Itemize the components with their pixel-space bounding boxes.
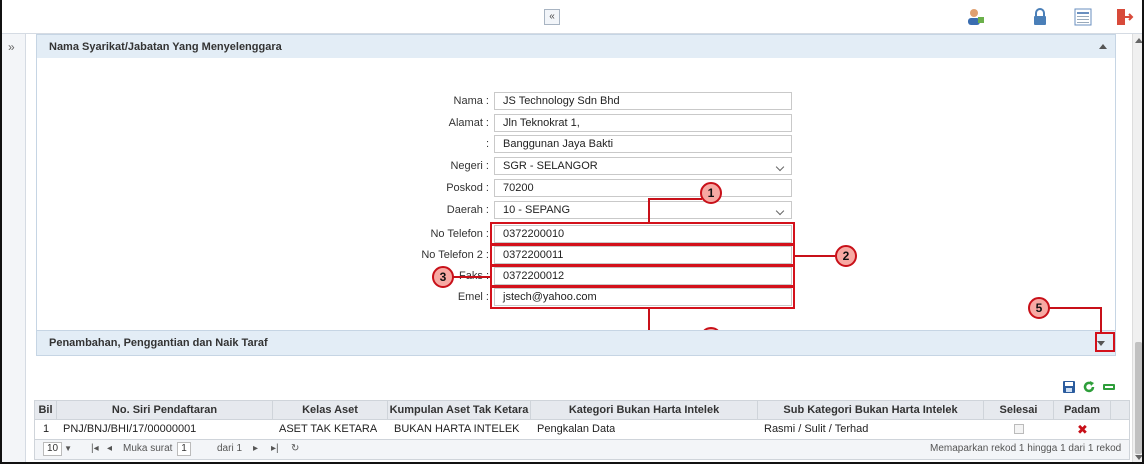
nama-label: Nama :	[453, 95, 489, 107]
list-icon[interactable]	[1073, 7, 1093, 27]
callout-1: 1	[700, 182, 722, 204]
logout-icon[interactable]	[1114, 7, 1134, 27]
cell-kategori: Pengkalan Data	[537, 423, 616, 435]
cell-kelas-aset: ASET TAK KETARA	[279, 423, 378, 435]
callout-1-line-h	[648, 198, 702, 200]
section-header-penambahan[interactable]: Penambahan, Penggantian dan Naik Taraf	[36, 330, 1116, 356]
col-no-siri[interactable]: No. Siri Pendaftaran	[57, 401, 273, 419]
page-size-arrow-icon[interactable]: ▼	[64, 444, 72, 453]
page-label: Muka surat	[123, 443, 173, 454]
scroll-up-icon[interactable]	[1135, 38, 1142, 43]
collapse-section-icon[interactable]	[1099, 44, 1107, 49]
col-bil[interactable]: Bil	[35, 401, 57, 419]
cell-bil: 1	[43, 423, 50, 435]
prev-page-icon[interactable]: ◂	[107, 440, 112, 458]
callout-3: 3	[432, 266, 454, 288]
next-page-icon[interactable]: ▸	[253, 440, 258, 458]
expand-sidebar-icon[interactable]: »	[8, 40, 15, 54]
negeri-label: Negeri :	[450, 160, 489, 172]
last-page-icon[interactable]: ▸|	[271, 440, 279, 458]
of-label: dari 1	[217, 443, 243, 454]
daerah-value: 10 - SEPANG	[503, 204, 571, 216]
negeri-value: SGR - SELANGOR	[503, 160, 598, 172]
callout-5-line	[1100, 307, 1102, 333]
negeri-select[interactable]: SGR - SELANGOR	[494, 157, 792, 175]
callout-3-line	[452, 276, 490, 278]
alamat-field-2[interactable]: Banggunan Jaya Bakti	[494, 135, 792, 153]
selesai-checkbox[interactable]	[1014, 424, 1024, 434]
table-header: Bil No. Siri Pendaftaran Kelas Aset Kump…	[34, 400, 1130, 420]
section-header-syarikat[interactable]: Nama Syarikat/Jabatan Yang Menyelenggara	[36, 34, 1116, 60]
vertical-scrollbar[interactable]	[1132, 34, 1142, 462]
page-size-select[interactable]: 10	[43, 442, 63, 456]
top-toolbar: «	[2, 0, 1142, 34]
first-page-icon[interactable]: |◂	[91, 440, 99, 458]
daerah-select[interactable]: 10 - SEPANG	[494, 201, 792, 219]
daerah-label: Daerah :	[446, 204, 489, 216]
col-selesai[interactable]: Selesai	[984, 401, 1054, 419]
collapse-header-button[interactable]: «	[544, 9, 560, 25]
callout-5-line-h	[1048, 307, 1102, 309]
poskod-field[interactable]: 70200	[494, 179, 792, 197]
delete-icon[interactable]: ✖	[1077, 420, 1088, 439]
pager-status: Memaparkan rekod 1 hingga 1 dari 1 rekod	[930, 443, 1122, 454]
refresh-icon[interactable]	[1082, 380, 1096, 394]
col-kategori[interactable]: Kategori Bukan Harta Intelek	[531, 401, 758, 419]
poskod-label: Poskod :	[446, 182, 489, 194]
cell-no-siri: PNJ/BNJ/BHI/17/00000001	[63, 423, 197, 435]
scroll-thumb[interactable]	[1135, 342, 1142, 454]
minus-icon[interactable]	[1102, 380, 1116, 394]
nama-field[interactable]: JS Technology Sdn Bhd	[494, 92, 792, 110]
lock-icon[interactable]	[1030, 7, 1050, 27]
telefon-label: No Telefon :	[430, 228, 489, 240]
highlight-emel	[490, 285, 795, 309]
telefon2-label: No Telefon 2 :	[421, 249, 489, 261]
callout-2: 2	[835, 245, 857, 267]
alamat-label: Alamat :	[448, 117, 489, 129]
cell-sub-kategori: Rasmi / Sulit / Terhad	[764, 423, 869, 435]
highlight-expand-toggle	[1095, 332, 1115, 352]
col-sub-kategori[interactable]: Sub Kategori Bukan Harta Intelek	[758, 401, 984, 419]
cell-kumpulan: BUKAN HARTA INTELEK	[394, 423, 520, 435]
save-icon[interactable]	[1062, 380, 1076, 394]
emel-label: Emel :	[457, 291, 489, 303]
table-row[interactable]: 1 PNJ/BNJ/BHI/17/00000001 ASET TAK KETAR…	[34, 420, 1130, 440]
section-title: Penambahan, Penggantian dan Naik Taraf	[49, 337, 268, 349]
left-sidebar-rail: »	[2, 34, 26, 462]
page-number-input[interactable]: 1	[177, 442, 191, 456]
col-padam[interactable]: Padam	[1054, 401, 1111, 419]
callout-1-line	[648, 198, 650, 222]
alamat-label-2: :	[485, 138, 489, 150]
col-kelas-aset[interactable]: Kelas Aset	[273, 401, 388, 419]
alamat-field-1[interactable]: Jln Teknokrat 1,	[494, 114, 792, 132]
user-icon[interactable]	[965, 7, 985, 27]
col-kumpulan[interactable]: Kumpulan Aset Tak Ketara	[388, 401, 531, 419]
callout-2-line	[795, 255, 835, 257]
scroll-down-icon[interactable]	[1135, 455, 1142, 460]
section-title: Nama Syarikat/Jabatan Yang Menyelenggara	[49, 41, 282, 53]
table-pager: 10 ▼ |◂ ◂ Muka surat 1 dari 1 ▸ ▸| ↻ Mema…	[34, 440, 1130, 460]
reload-icon[interactable]: ↻	[291, 440, 299, 458]
callout-5: 5	[1028, 297, 1050, 319]
